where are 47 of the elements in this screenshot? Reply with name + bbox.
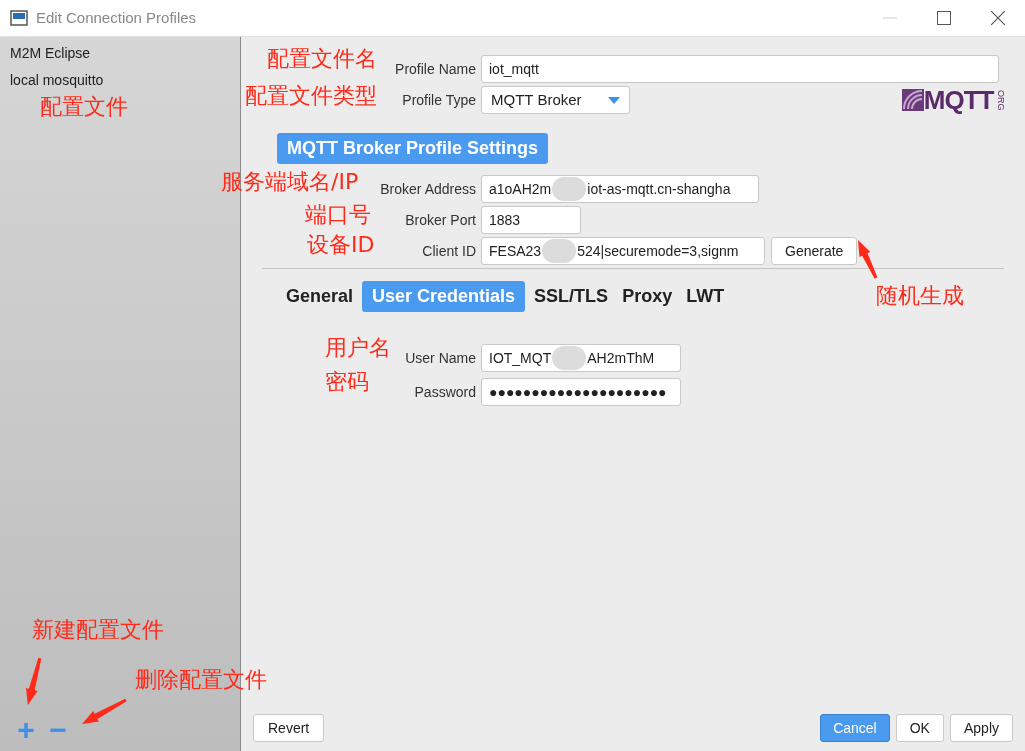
sidebar-item[interactable]: M2M Eclipse	[0, 40, 240, 67]
field-label: Profile Type	[402, 90, 476, 110]
field-label: Broker Address	[380, 179, 476, 199]
annotation-text: 配置文件类型	[245, 85, 377, 107]
annotation-text: 密码	[325, 371, 369, 393]
annotation-text: 端口号	[305, 204, 371, 226]
generate-button[interactable]: Generate	[771, 237, 858, 265]
tab[interactable]: Proxy	[617, 281, 678, 312]
field-label: User Name	[405, 348, 476, 368]
tab[interactable]: SSL/TLS	[529, 281, 614, 312]
field-label: Password	[414, 382, 476, 402]
ok-button[interactable]: OK	[895, 714, 944, 742]
annotation-text: 新建配置文件	[32, 619, 164, 641]
close-icon[interactable]	[991, 11, 1005, 25]
apply-button[interactable]: Apply	[949, 714, 1013, 742]
annotation-text: 用户名	[325, 337, 391, 359]
mqtt-logo: MQTT ORG	[901, 87, 1007, 113]
tab[interactable]: LWT	[681, 281, 730, 312]
maximize-icon[interactable]	[937, 11, 951, 25]
arrow-icon	[856, 238, 878, 280]
client-id-field[interactable]: FESA23 524|securemode=3,signm	[481, 237, 765, 265]
sidebar-item[interactable]: local mosquitto	[0, 67, 240, 94]
blur-patch	[552, 346, 587, 370]
profile-name-field[interactable]: iot_mqtt	[481, 55, 999, 83]
annotation-text: 删除配置文件	[135, 669, 267, 691]
arrow-icon	[80, 698, 128, 726]
revert-button[interactable]: Revert	[253, 714, 325, 742]
arrow-icon	[24, 656, 42, 707]
profile-type-dropdown[interactable]: MQTT Broker	[481, 86, 630, 114]
window-icon	[10, 10, 28, 26]
blur-patch	[552, 177, 587, 201]
broker-port-field[interactable]: 1883	[481, 206, 581, 234]
blur-patch	[542, 239, 577, 263]
tab[interactable]: General	[281, 281, 359, 312]
annotation-text: 随机生成	[876, 285, 964, 307]
caret-icon	[608, 96, 620, 104]
broker-address-field[interactable]: a1oAH2m iot-as-mqtt.cn-shangha	[481, 175, 759, 203]
window-title: Edit Connection Profiles	[36, 7, 197, 28]
field-label: Profile Name	[395, 59, 476, 79]
annotation-text: 设备ID	[307, 234, 375, 256]
annotation-text: 配置文件名	[267, 48, 377, 70]
user-name-field[interactable]: IOT_MQT AH2mThM	[481, 344, 681, 372]
annotation-text: 服务端域名/IP	[221, 171, 359, 193]
field-label: Broker Port	[405, 210, 476, 230]
field-label: Client ID	[422, 241, 476, 261]
password-field[interactable]: ●●●●●●●●●●●●●●●●●●●●●	[481, 378, 681, 406]
annotation-text: 配置文件	[40, 96, 128, 118]
